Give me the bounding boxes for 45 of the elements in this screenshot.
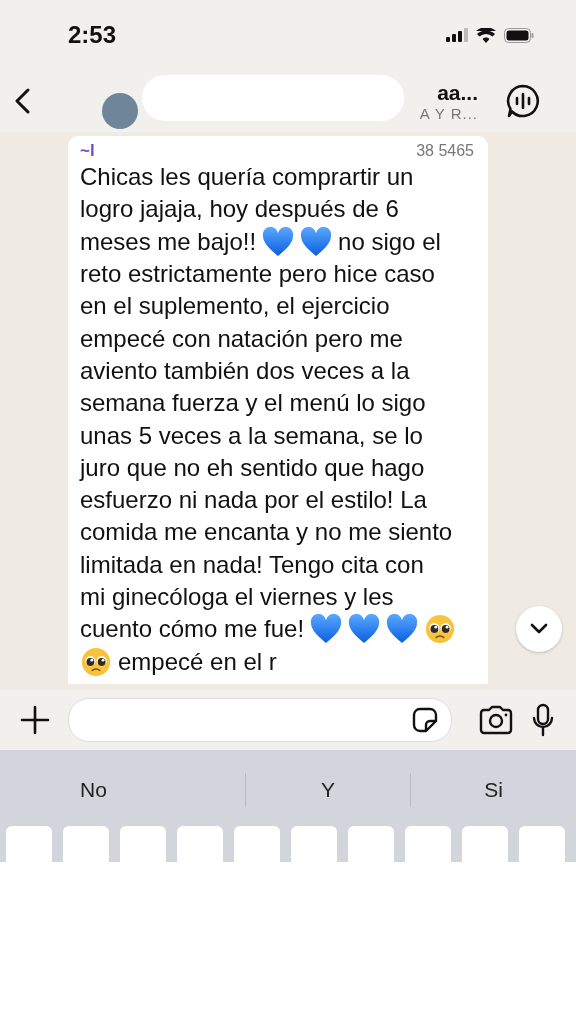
suggestion[interactable]: Si xyxy=(411,778,576,802)
microphone-icon[interactable] xyxy=(532,703,554,737)
message-text: cuento cómo me fue! xyxy=(80,614,305,645)
message-text: en el suplemento, el ejercicio xyxy=(80,291,390,322)
message-text: Chicas les quería comprartir un xyxy=(80,162,414,193)
wifi-icon xyxy=(476,27,496,43)
chevron-down-icon xyxy=(530,623,548,635)
suggestion[interactable]: Y xyxy=(245,778,411,802)
message-text: reto estrictamente pero hice caso xyxy=(80,259,435,290)
avatar[interactable] xyxy=(102,93,138,129)
status-time: 2:53 xyxy=(68,21,117,49)
message-text: empecé con natación pero me xyxy=(80,323,403,354)
message-text: comida me encanta y no me siento xyxy=(80,517,453,548)
heart-icon xyxy=(262,226,295,257)
message-text: unas 5 veces a la semana, se lo xyxy=(80,420,423,451)
message-text: mi ginecóloga el viernes y les xyxy=(80,582,394,612)
message-text: logro jajaja, hoy después de 6 xyxy=(80,194,399,225)
message-text: no sigo el xyxy=(338,226,441,257)
heart-icon xyxy=(310,614,343,645)
chat-members: A Y R... xyxy=(419,104,478,122)
heart-icon xyxy=(300,226,333,257)
chat-title[interactable]: aa... xyxy=(437,80,478,105)
sender-phone: 38 5465 xyxy=(416,142,474,160)
message-text: semana fuerza y el menú lo sigo xyxy=(80,388,426,419)
signal-icon xyxy=(446,28,468,42)
voice-chat-icon[interactable] xyxy=(506,84,540,118)
message-text: meses me bajo!! xyxy=(80,226,257,257)
plus-icon[interactable] xyxy=(20,705,50,735)
message-text: esfuerzo ni nada por el estilo! La xyxy=(80,485,427,516)
pleading-face-icon xyxy=(424,614,457,645)
pleading-face-icon xyxy=(80,646,112,677)
heart-icon xyxy=(348,614,381,645)
message-text: limitada en nada! Tengo cita con xyxy=(80,549,424,580)
heart-icon xyxy=(386,614,419,645)
battery-icon xyxy=(504,27,534,43)
suggestion[interactable]: No xyxy=(0,778,245,802)
sticker-icon[interactable] xyxy=(411,706,439,734)
back-icon[interactable] xyxy=(14,88,30,114)
message-text: juro que no eh sentido que hago xyxy=(80,452,425,483)
message-text: empecé en el r xyxy=(118,646,277,677)
message-text: aviento también dos veces a la xyxy=(80,355,410,386)
sender-name[interactable]: ~l xyxy=(80,141,95,161)
message-input-field[interactable] xyxy=(68,698,452,742)
camera-icon[interactable] xyxy=(478,705,514,735)
scroll-down-button[interactable] xyxy=(516,606,562,652)
